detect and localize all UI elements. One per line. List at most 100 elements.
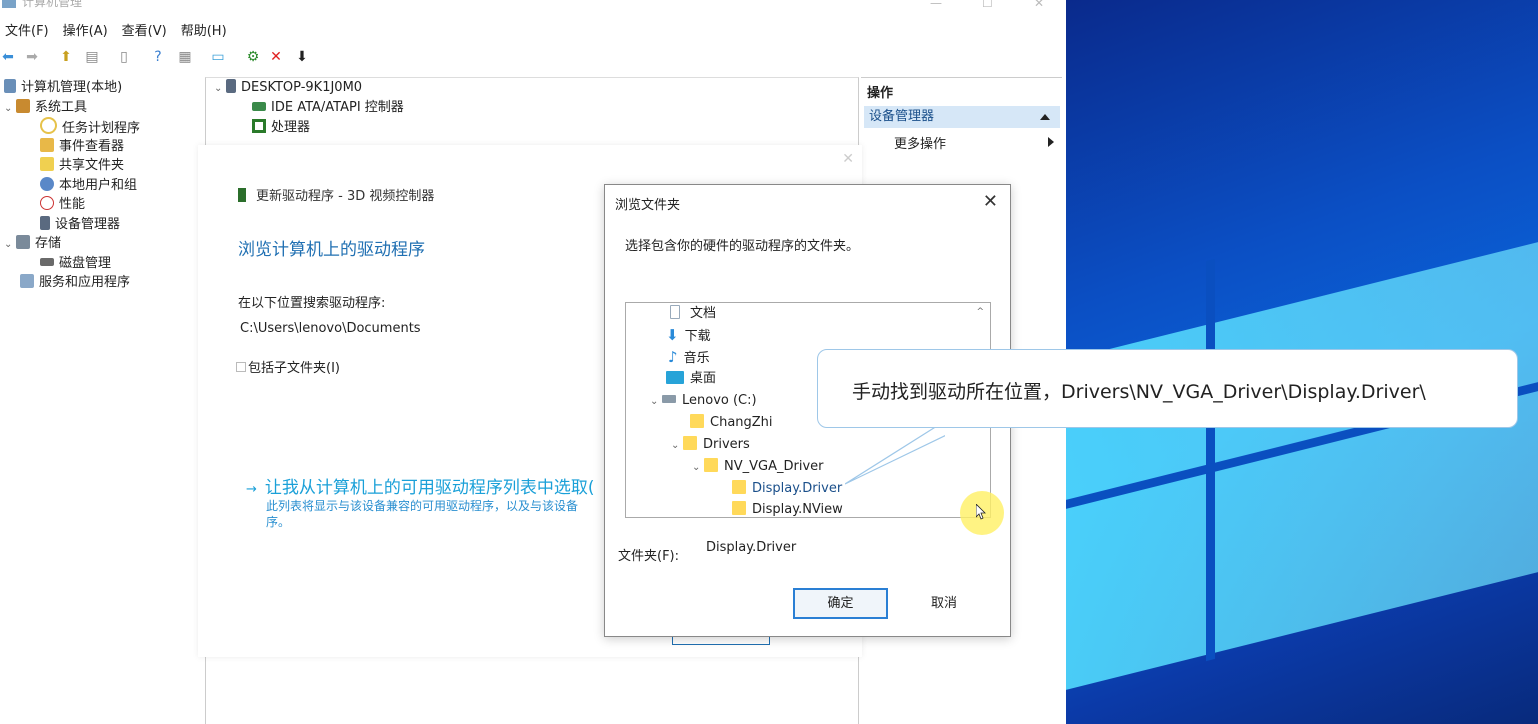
dialog-title: 浏览文件夹 [615, 198, 681, 213]
disk-icon [40, 258, 54, 266]
music-icon: ♪ [668, 348, 678, 366]
desktop-icon [666, 371, 684, 384]
tree-item-storage[interactable]: ⌄ 存储 [4, 234, 61, 253]
checkbox-icon[interactable] [236, 362, 246, 372]
show-hide-icon[interactable]: ▭ [210, 49, 226, 65]
callout-text: 手动找到驱动所在位置，Drivers\NV_VGA_Driver\Display… [852, 381, 1426, 403]
folder-icon [704, 458, 718, 472]
download-icon: ⬇ [666, 326, 679, 344]
properties-icon[interactable]: ▦ [177, 49, 193, 65]
tree-item-services[interactable]: 服务和应用程序 [20, 273, 130, 292]
shared-folder-icon [40, 157, 54, 171]
tree-item-system-tools[interactable]: ⌄ 系统工具 [4, 98, 87, 117]
tree-item-local-users[interactable]: 本地用户和组 [40, 176, 137, 195]
arrow-right-icon: → [246, 482, 257, 497]
forward-icon[interactable]: ➡ [24, 49, 40, 65]
scan-hardware-icon[interactable]: ⚙ [245, 49, 261, 65]
folder-icon [732, 480, 746, 494]
device-category-ide[interactable]: IDE ATA/ATAPI 控制器 [252, 98, 404, 118]
pick-from-list-description: 此列表将显示与该设备兼容的可用驱动程序，以及与该设备 序。 [266, 499, 579, 529]
window-titlebar: 计算机管理 — ☐ ✕ [0, 0, 1066, 14]
search-location-label: 在以下位置搜索驱动程序: [238, 296, 386, 311]
toolbar: ⬅ ➡ ⬆ ▤ ▯ ? ▦ ▭ ⚙ ✕ ⬇ [0, 46, 320, 70]
computer-management-icon [4, 79, 16, 93]
chevron-down-icon[interactable]: ⌄ [4, 99, 16, 118]
close-icon[interactable]: ✕ [842, 151, 854, 167]
folder-item-display-nview[interactable]: Display.NView [732, 499, 843, 517]
folder-icon [690, 414, 704, 428]
actions-pane: 操作 设备管理器 更多操作 [861, 77, 1062, 157]
device-category-processor[interactable]: 处理器 [252, 118, 310, 138]
chevron-down-icon[interactable]: ⌄ [692, 457, 704, 478]
driver-path-field[interactable]: C:\Users\lenovo\Documents [240, 321, 421, 336]
window-title: 计算机管理 [22, 0, 83, 9]
chevron-down-icon[interactable]: ⌄ [214, 79, 226, 99]
menu-file[interactable]: 文件(F) [0, 22, 58, 42]
users-icon [40, 177, 54, 191]
folder-item-music[interactable]: ♪ 音乐 [668, 347, 710, 368]
submenu-arrow-icon[interactable] [1048, 137, 1054, 147]
wallpaper-divider-vertical [1206, 258, 1215, 662]
folder-label: 文件夹(F): [618, 549, 680, 564]
minimize-icon[interactable]: — [930, 0, 942, 9]
wizard-title: 更新驱动程序 - 3D 视频控制器 [238, 185, 434, 204]
chevron-down-icon[interactable]: ⌄ [4, 235, 16, 254]
folder-item-drivers[interactable]: ⌄ Drivers [671, 434, 750, 455]
actions-device-manager[interactable]: 设备管理器 [864, 106, 1060, 128]
export-icon[interactable]: ▯ [116, 49, 132, 65]
tools-icon [16, 99, 30, 113]
more-actions-item[interactable]: 更多操作 [894, 133, 946, 152]
tree-item-event-viewer[interactable]: 事件查看器 [40, 137, 124, 156]
ok-button[interactable]: 确定 [793, 588, 888, 619]
include-subfolders-checkbox[interactable]: 包括子文件夹(I) [236, 357, 340, 376]
services-icon [20, 274, 34, 288]
processor-icon [252, 119, 266, 133]
folder-item-nv-vga-driver[interactable]: ⌄ NV_VGA_Driver [692, 456, 823, 477]
menu-help[interactable]: 帮助(H) [176, 22, 236, 42]
tree-root[interactable]: 计算机管理(本地) [4, 78, 122, 97]
actions-header: 操作 [867, 86, 894, 101]
uninstall-icon[interactable]: ✕ [268, 49, 284, 65]
folder-item-documents[interactable]: 文档 [670, 303, 716, 324]
device-root[interactable]: ⌄ DESKTOP-9K1J0M0 [214, 78, 362, 98]
ide-controller-icon [252, 102, 266, 111]
scroll-up-icon[interactable]: ^ [976, 307, 984, 317]
event-viewer-icon [40, 138, 54, 152]
maximize-icon[interactable]: ☐ [982, 0, 993, 9]
cancel-button[interactable]: 取消 [899, 588, 989, 619]
folder-item-desktop[interactable]: 桌面 [666, 368, 716, 389]
collapse-up-icon[interactable] [1040, 114, 1050, 120]
folder-icon [683, 436, 697, 450]
drive-icon [662, 395, 676, 403]
close-icon[interactable]: ✕ [1034, 0, 1044, 9]
pick-from-list-link[interactable]: → 让我从计算机上的可用驱动程序列表中选取( [246, 473, 595, 498]
menu-action[interactable]: 操作(A) [58, 22, 117, 42]
console-tree-icon[interactable]: ▤ [84, 49, 100, 65]
menu-bar: 文件(F) 操作(A) 查看(V) 帮助(H) [0, 22, 236, 42]
chevron-down-icon[interactable]: ⌄ [650, 391, 662, 412]
dialog-description: 选择包含你的硬件的驱动程序的文件夹。 [625, 239, 860, 254]
folder-name-field[interactable]: Display.Driver [706, 540, 796, 555]
tree-item-shared-folders[interactable]: 共享文件夹 [40, 156, 124, 175]
folder-item-display-driver[interactable]: Display.Driver [732, 478, 842, 499]
app-icon [2, 0, 16, 8]
close-icon[interactable]: ✕ [983, 191, 998, 212]
clock-icon [40, 117, 57, 134]
help-icon[interactable]: ? [150, 49, 166, 65]
folder-item-changzhi[interactable]: ChangZhi [690, 412, 773, 433]
wizard-heading: 浏览计算机上的驱动程序 [238, 240, 425, 260]
folder-item-downloads[interactable]: ⬇ 下载 [666, 325, 711, 346]
storage-icon [16, 235, 30, 249]
tree-item-task-scheduler[interactable]: 任务计划程序 [40, 117, 140, 136]
disable-icon[interactable]: ⬇ [294, 49, 310, 65]
folder-icon [732, 501, 746, 515]
back-icon[interactable]: ⬅ [0, 49, 16, 65]
up-icon[interactable]: ⬆ [58, 49, 74, 65]
tree-item-device-manager[interactable]: 设备管理器 [40, 215, 120, 234]
tree-item-performance[interactable]: 性能 [40, 195, 85, 214]
folder-item-drive-c[interactable]: ⌄ Lenovo (C:) [650, 390, 757, 411]
chevron-down-icon[interactable]: ⌄ [671, 435, 683, 456]
menu-view[interactable]: 查看(V) [117, 22, 176, 42]
device-manager-icon [40, 216, 50, 230]
tree-item-disk-management[interactable]: 磁盘管理 [40, 254, 111, 273]
